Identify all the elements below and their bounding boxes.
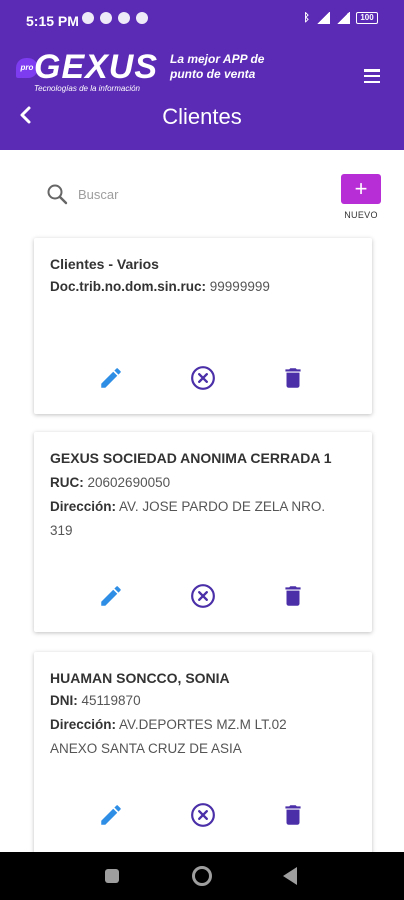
pencil-icon[interactable] xyxy=(98,365,124,391)
client-address: Dirección: AV.DEPORTES MZ.M LT.02 ANEXO … xyxy=(50,713,360,761)
pencil-icon[interactable] xyxy=(98,802,124,828)
client-address: Dirección: AV. JOSE PARDO DE ZELA NRO. 3… xyxy=(50,495,360,543)
client-doc: Doc.trib.no.dom.sin.ruc: 99999999 xyxy=(50,275,360,299)
client-doc: RUC: 20602690050 xyxy=(50,471,360,495)
logo-slogan: La mejor APP de punto de venta xyxy=(170,52,280,82)
doc-label: RUC: xyxy=(50,475,84,490)
doc-value: 20602690050 xyxy=(87,475,171,490)
battery-icon: 100 xyxy=(356,12,378,24)
logo-wordmark: GEXUS xyxy=(34,48,159,86)
bluetooth-icon: ᛒ xyxy=(303,12,310,24)
address-line: AV.DEPORTES MZ.M LT.02 xyxy=(119,717,287,732)
address-line: AV. JOSE PARDO DE ZELA NRO. xyxy=(119,499,326,514)
client-card[interactable]: Clientes - Varios Doc.trib.no.dom.sin.ru… xyxy=(34,238,372,414)
add-client-button[interactable]: + xyxy=(341,174,381,204)
hamburger-menu-icon[interactable] xyxy=(364,69,380,83)
circle-x-icon[interactable] xyxy=(190,365,216,391)
doc-value: 45119870 xyxy=(81,693,141,708)
doc-label: Doc.trib.no.dom.sin.ruc: xyxy=(50,279,207,294)
notification-icons xyxy=(82,12,148,24)
address-label: Dirección: xyxy=(50,499,117,514)
signal-icon xyxy=(336,12,350,24)
status-bar: 5:15 PM ᛒ 100 xyxy=(0,0,404,34)
pencil-icon[interactable] xyxy=(98,583,124,609)
circle-x-icon[interactable] xyxy=(190,583,216,609)
system-nav-bar xyxy=(0,852,404,900)
notification-icon xyxy=(100,12,112,24)
doc-value: 99999999 xyxy=(209,279,270,294)
notification-icon xyxy=(118,12,130,24)
notification-icon xyxy=(82,12,94,24)
system-icons: ᛒ 100 xyxy=(303,12,378,24)
back-triangle-icon[interactable] xyxy=(283,867,297,885)
page-title: Clientes xyxy=(162,104,242,129)
client-card[interactable]: HUAMAN SONCCO, SONIA DNI: 45119870 Direc… xyxy=(34,652,372,862)
slogan-line: punto de venta xyxy=(170,67,256,81)
trash-icon[interactable] xyxy=(280,802,306,828)
slogan-line: La mejor APP de xyxy=(170,52,265,66)
trash-icon[interactable] xyxy=(280,583,306,609)
search-icon xyxy=(47,184,68,205)
home-icon[interactable] xyxy=(192,866,212,886)
logo-tagline: Tecnologías de la información xyxy=(34,84,140,93)
app-header: pro GEXUS Tecnologías de la información … xyxy=(0,34,404,150)
address-line: ANEXO SANTA CRUZ DE ASIA xyxy=(50,741,242,756)
trash-icon[interactable] xyxy=(280,365,306,391)
status-time: 5:15 PM xyxy=(26,13,79,29)
circle-x-icon[interactable] xyxy=(190,802,216,828)
doc-label: DNI: xyxy=(50,693,78,708)
search-input[interactable] xyxy=(78,182,298,206)
client-card[interactable]: GEXUS SOCIEDAD ANONIMA CERRADA 1 RUC: 20… xyxy=(34,432,372,632)
add-client-label: NUEVO xyxy=(344,210,378,220)
address-line: 319 xyxy=(50,523,73,538)
address-label: Dirección: xyxy=(50,717,117,732)
client-name: GEXUS SOCIEDAD ANONIMA CERRADA 1 xyxy=(50,450,332,466)
client-name: Clientes - Varios xyxy=(50,256,159,272)
client-name: HUAMAN SONCCO, SONIA xyxy=(50,670,230,686)
recents-icon[interactable] xyxy=(105,869,119,883)
client-doc: DNI: 45119870 xyxy=(50,689,360,713)
signal-icon xyxy=(316,12,330,24)
notification-icon xyxy=(136,12,148,24)
